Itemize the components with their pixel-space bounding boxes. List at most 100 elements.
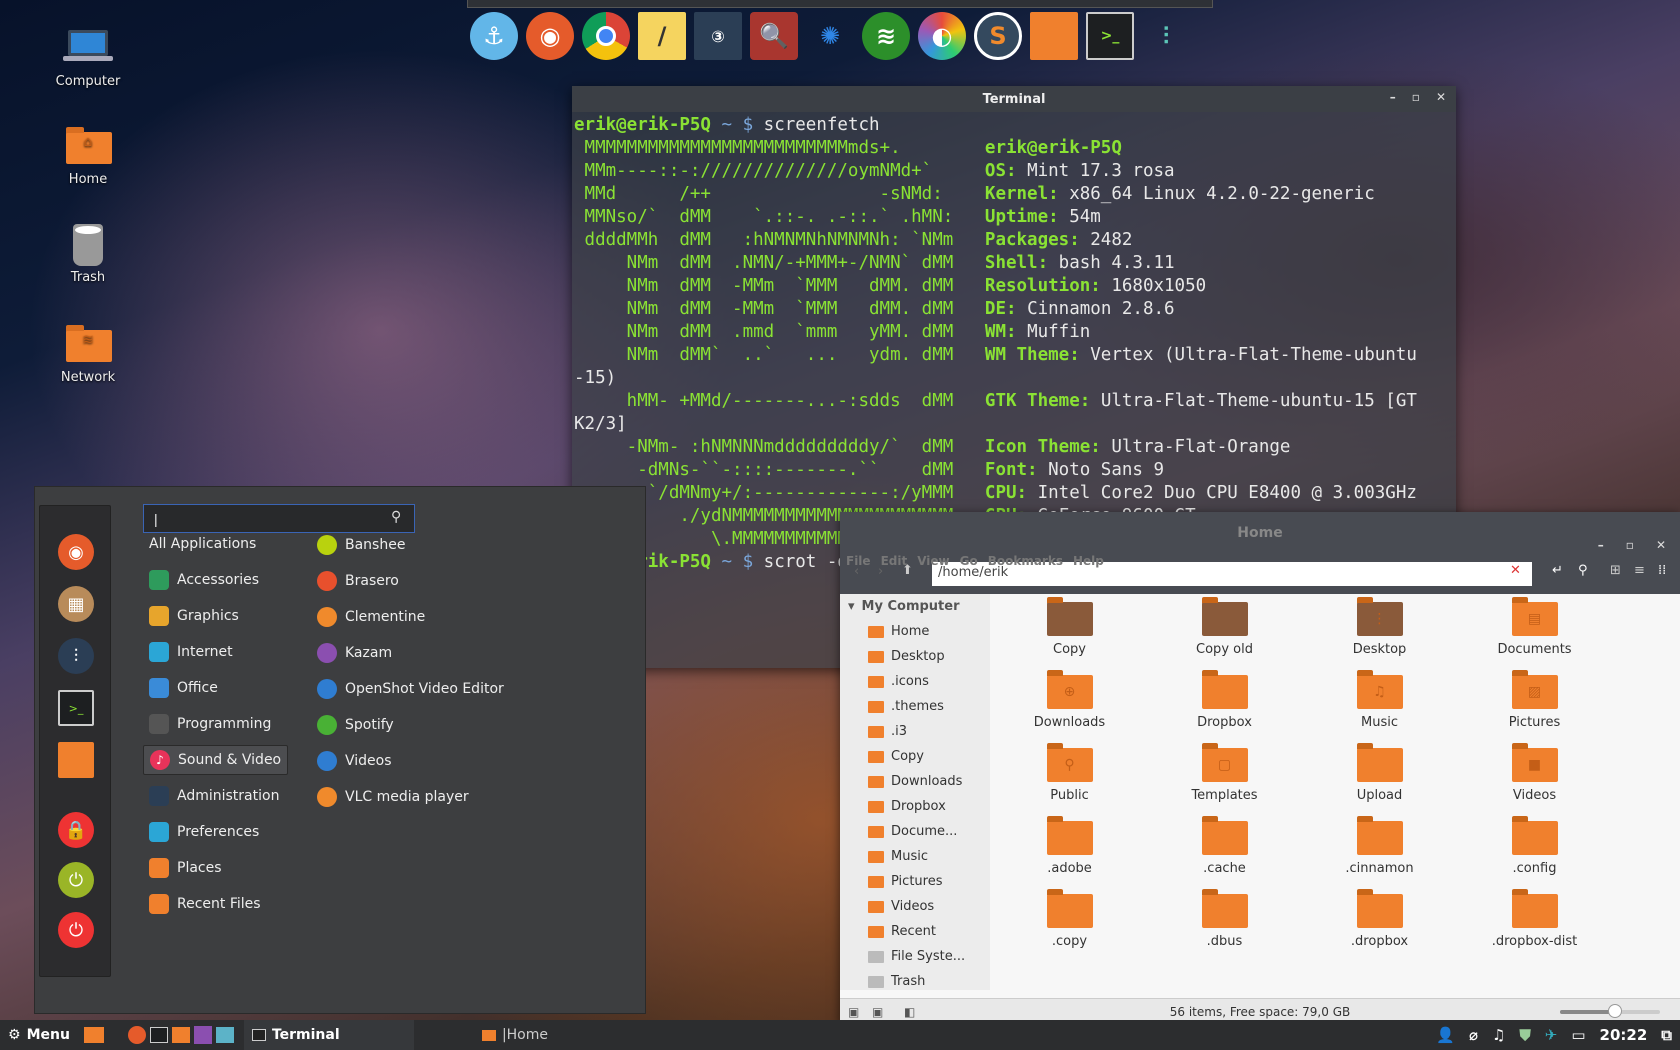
file-item[interactable]: .dropbox	[1302, 889, 1457, 949]
app-item[interactable]: OpenShot Video Editor	[317, 675, 504, 703]
folder-icon[interactable]	[171, 1027, 190, 1043]
firefox-icon[interactable]	[127, 1026, 146, 1044]
bird-icon[interactable]: ✈	[1545, 1026, 1558, 1044]
file-item[interactable]: Dropbox	[1147, 670, 1302, 730]
search-icon[interactable]: ⚲	[1578, 563, 1588, 578]
terminal-icon[interactable]	[149, 1027, 168, 1043]
file-item[interactable]: ♫ Music	[1302, 670, 1457, 730]
taskbar-terminal[interactable]: Terminal	[243, 1020, 414, 1050]
app-item[interactable]: Videos	[317, 747, 392, 775]
terminal-icon[interactable]: >_	[1086, 12, 1134, 60]
list-view-icon[interactable]: ≡	[1634, 563, 1645, 578]
toggle-location-icon[interactable]: ↵	[1552, 563, 1563, 578]
desktop-icon-home[interactable]: ⌂ Home	[40, 126, 136, 187]
spotify-icon[interactable]: ≋	[862, 12, 910, 60]
file-item[interactable]: .cache	[1147, 816, 1302, 876]
file-item[interactable]: .dbus	[1147, 889, 1302, 949]
lock-icon[interactable]: 🔒	[58, 812, 94, 848]
package-icon[interactable]: ▦	[58, 586, 94, 622]
category-preferences[interactable]: Preferences	[143, 817, 265, 847]
sidebar-item[interactable]: Music	[840, 844, 990, 869]
minimize-icon[interactable]: –	[1390, 90, 1396, 104]
category-programming[interactable]: Programming	[143, 709, 277, 739]
category-recent-files[interactable]: Recent Files	[143, 889, 267, 919]
sidebar-item[interactable]: Dropbox	[840, 794, 990, 819]
category-office[interactable]: Office	[143, 673, 224, 703]
sidebar-item[interactable]: Docume...	[840, 819, 990, 844]
sidebar-header[interactable]: ▾ My Computer	[840, 594, 990, 619]
file-item[interactable]: Upload	[1302, 743, 1457, 803]
user-icon[interactable]: 👤	[1436, 1026, 1455, 1044]
video-editor-icon[interactable]: ③	[694, 12, 742, 60]
file-item[interactable]: ▢ Templates	[1147, 743, 1302, 803]
sound-icon[interactable]: ♫	[1492, 1026, 1505, 1044]
category-sound-video[interactable]: ♪ Sound & Video	[143, 745, 289, 775]
app-item[interactable]: Clementine	[317, 603, 425, 631]
folder-icon[interactable]	[1030, 12, 1078, 60]
fm-menu-view[interactable]: View	[917, 540, 949, 582]
sidebar-item[interactable]: Desktop	[840, 644, 990, 669]
image-viewer-icon[interactable]: 🔍	[750, 12, 798, 60]
file-item[interactable]: ▤ Documents	[1457, 597, 1612, 657]
close-icon[interactable]: ✕	[1436, 90, 1446, 104]
app-item[interactable]: Spotify	[317, 711, 394, 739]
fm-menu-help[interactable]: Help	[1073, 540, 1104, 582]
file-item[interactable]: .copy	[992, 889, 1147, 949]
file-item[interactable]: ▨ Pictures	[1457, 670, 1612, 730]
sublime-icon[interactable]: S	[974, 12, 1022, 60]
file-item[interactable]: .adobe	[992, 816, 1147, 876]
sidebar-item[interactable]: .themes	[840, 694, 990, 719]
file-item[interactable]: ⚲ Public	[992, 743, 1147, 803]
file-item[interactable]: Copy	[992, 597, 1147, 657]
show-desktop-icon[interactable]	[83, 1027, 104, 1043]
screenshot-icon[interactable]	[215, 1027, 234, 1043]
clock[interactable]: 20:22	[1600, 1026, 1648, 1044]
fm-menu-go[interactable]: Go	[960, 540, 978, 582]
logout-icon[interactable]: ⏻	[58, 862, 94, 898]
folder-icon[interactable]	[58, 742, 94, 778]
desktop-icon-network[interactable]: ≋ Network	[40, 324, 136, 385]
sidebar-item[interactable]: Recent	[840, 919, 990, 944]
file-item[interactable]: ⊕ Downloads	[992, 670, 1147, 730]
terminal-icon[interactable]: >_	[58, 690, 94, 726]
kazam-icon[interactable]	[193, 1026, 212, 1044]
compact-view-icon[interactable]: ⁞⁞	[1658, 563, 1666, 578]
firefox-icon[interactable]: ◉	[58, 534, 94, 570]
terminal-titlebar[interactable]: Terminal – ▫ ✕	[572, 86, 1456, 112]
desktop-icon-computer[interactable]: Computer	[40, 28, 136, 89]
zoom-slider[interactable]	[1560, 1004, 1660, 1018]
desktop-icon-trash[interactable]: Trash	[40, 224, 136, 285]
category-all-applications[interactable]: All Applications	[143, 529, 262, 559]
category-internet[interactable]: Internet	[143, 637, 239, 667]
file-item[interactable]: .dropbox-dist	[1457, 889, 1612, 949]
sidebar-item[interactable]: Home	[840, 619, 990, 644]
app-item[interactable]: Brasero	[317, 567, 399, 595]
sidebar-item[interactable]: Copy	[840, 744, 990, 769]
zoom-slider-handle[interactable]	[1608, 1004, 1622, 1018]
category-graphics[interactable]: Graphics	[143, 601, 245, 631]
file-item[interactable]: .cinnamon	[1302, 816, 1457, 876]
file-item[interactable]: Copy old	[1147, 597, 1302, 657]
workspace-icon[interactable]: ⧉	[1661, 1026, 1672, 1044]
shield-icon[interactable]: ⛊	[1520, 1026, 1531, 1044]
mixer-icon[interactable]: ⫶	[1142, 12, 1190, 60]
display-icon[interactable]: ▭	[1571, 1026, 1585, 1044]
sidebar-item[interactable]: File Syste...	[840, 944, 990, 969]
fm-menu-file[interactable]: File	[846, 540, 871, 582]
sidebar-item[interactable]: .icons	[840, 669, 990, 694]
fm-menu-edit[interactable]: Edit	[881, 540, 908, 582]
file-item[interactable]: ■ Videos	[1457, 743, 1612, 803]
icon-view-icon[interactable]: ⊞	[1610, 563, 1621, 578]
notes-icon[interactable]: /	[638, 12, 686, 60]
sidebar-item[interactable]: Downloads	[840, 769, 990, 794]
anchor-icon[interactable]: ⚓	[470, 12, 518, 60]
power-icon[interactable]: ⏻	[58, 912, 94, 948]
sidebar-item[interactable]: Videos	[840, 894, 990, 919]
clear-icon[interactable]: ✕	[1510, 563, 1521, 578]
color-icon[interactable]: ◐	[918, 12, 966, 60]
sidebar-item[interactable]: Pictures	[840, 869, 990, 894]
firefox-icon[interactable]: ◉	[526, 12, 574, 60]
fm-titlebar[interactable]: Home – ▫ ✕ File Edit View Go Bookmarks Help	[840, 512, 1680, 568]
file-manager-window[interactable]: Home – ▫ ✕ File Edit View Go Bookmarks Help ‹ ›…	[840, 512, 1680, 1024]
mixer-icon[interactable]: ⫶	[58, 638, 94, 674]
